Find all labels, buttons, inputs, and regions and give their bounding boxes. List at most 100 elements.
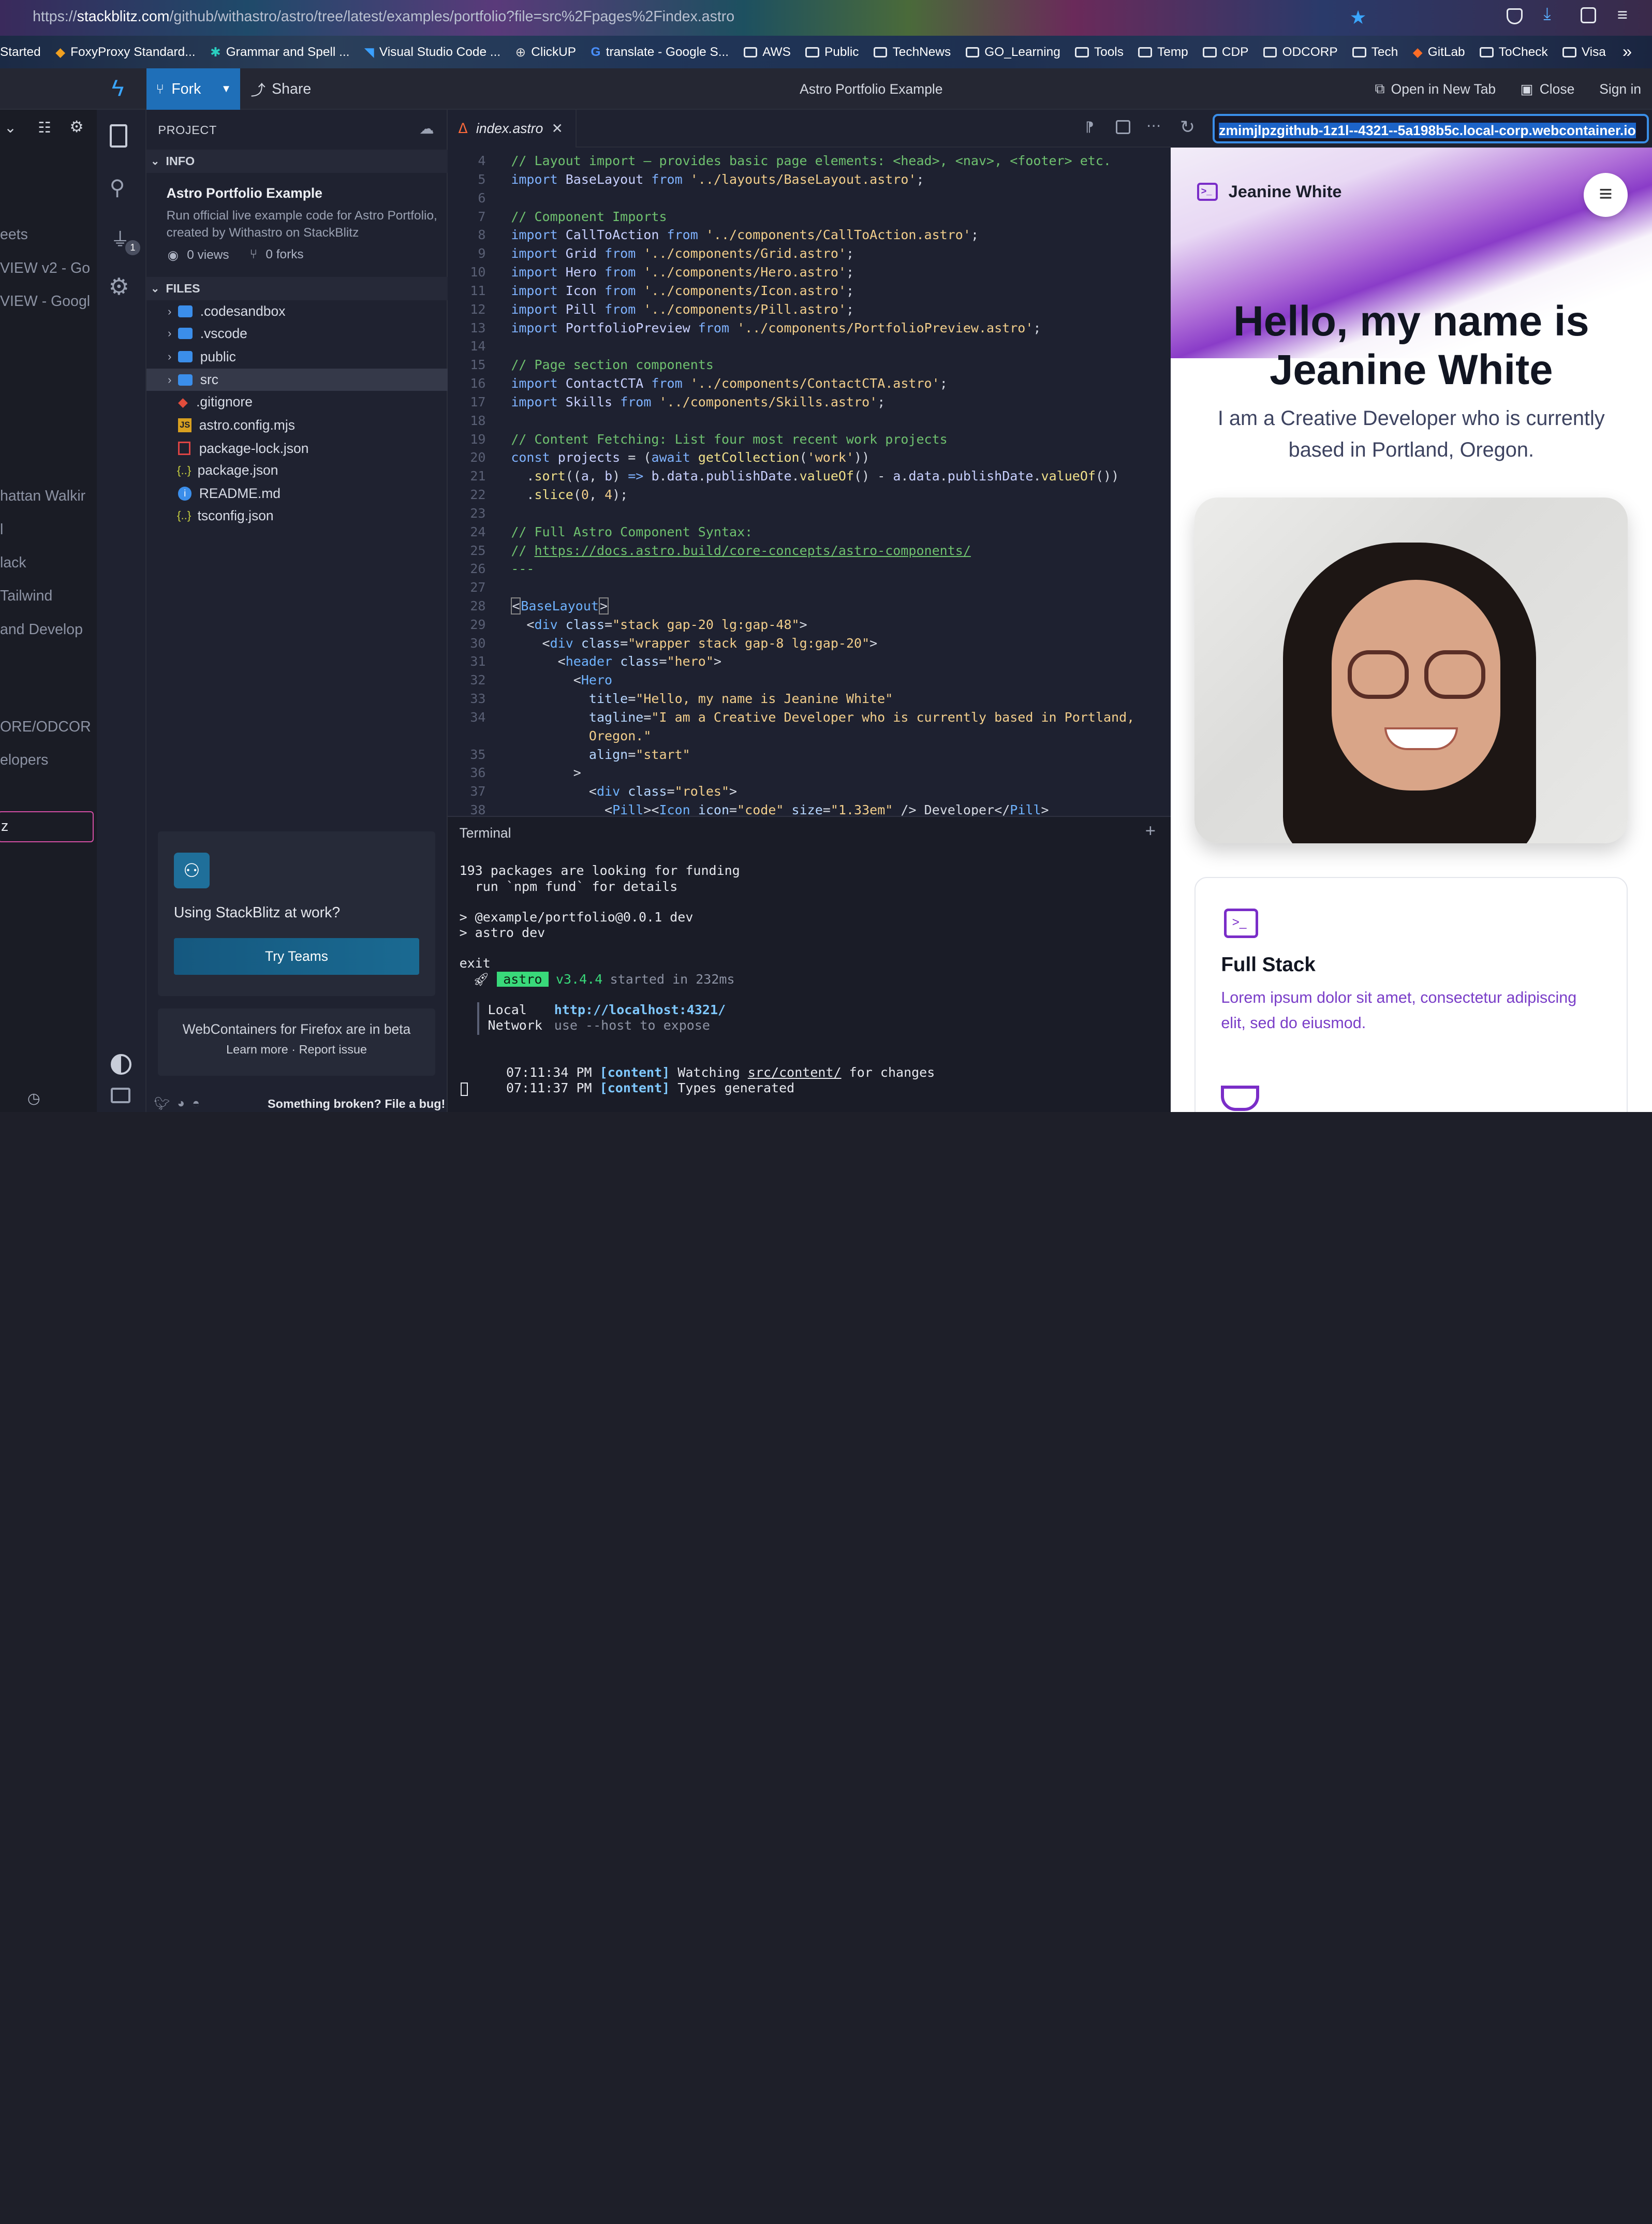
code-content[interactable]: 4 5 6 7 8 9 10 11 12 13 14 15 16 17 18 19 20 21 22 23 24 25 26…	[448, 152, 1170, 817]
settings-gear-icon[interactable]: ⚙	[109, 273, 129, 300]
file-tree-file[interactable]: ◆ .gitignore	[146, 391, 448, 413]
terminal-logo-icon: >_	[1197, 183, 1218, 201]
files-icon[interactable]	[109, 124, 128, 148]
preview-toggle-icon[interactable]: ⁋	[1085, 119, 1094, 135]
line-number: 16	[470, 376, 486, 391]
extensions-icon[interactable]	[1580, 7, 1597, 23]
left-item[interactable]: ORE/ODCOR	[0, 710, 91, 743]
bookmark-item[interactable]: ◆ GitLab	[1413, 45, 1465, 60]
clock-icon[interactable]: ◷	[27, 1090, 40, 1107]
github-icon[interactable]: ◕	[177, 1096, 185, 1111]
code-editor[interactable]: ᐃ index.astro ✕ ⁋ ⋯ 4 5 6 7 8 9 10 11 12 13 14 15 16…	[448, 109, 1171, 817]
stackblitz-logo-icon[interactable]: ϟ	[112, 75, 124, 101]
tab-close-icon[interactable]: ✕	[552, 121, 563, 137]
site-preview[interactable]: >_ Jeanine White ≡ Hello, my name is Jea…	[1170, 147, 1652, 1112]
refresh-icon[interactable]: ↻	[1180, 117, 1195, 138]
bookmark-item[interactable]: Gtranslate - Google S...	[591, 45, 729, 60]
line-number: 11	[470, 283, 486, 298]
bookmark-item[interactable]: CDP	[1203, 45, 1248, 60]
chevron-down-icon[interactable]: ⌄	[4, 119, 17, 137]
terminal-panel[interactable]: Terminal + 193 packages are looking for …	[448, 815, 1171, 1112]
bookmark-item[interactable]: Started	[0, 45, 41, 60]
editor-tab[interactable]: ᐃ index.astro ✕	[448, 109, 577, 148]
close-button[interactable]: ▣ Close	[1521, 68, 1575, 109]
files-section-header[interactable]: ⌄ FILES	[146, 277, 448, 301]
left-item-active[interactable]: z	[0, 811, 94, 842]
left-item[interactable]: l	[0, 513, 85, 546]
menu-icon[interactable]: ≡	[1617, 5, 1628, 25]
left-item[interactable]: elopers	[0, 743, 91, 777]
terminal-line: > astro dev	[459, 925, 545, 941]
list-icon[interactable]: ☷	[38, 119, 51, 137]
split-editor-icon[interactable]	[1115, 120, 1131, 134]
terminal-card-icon: >_	[1224, 908, 1258, 938]
file-tree-folder-selected[interactable]: › src	[146, 369, 448, 391]
folder-icon	[178, 374, 193, 386]
info-section-header[interactable]: ⌄ INFO	[146, 150, 448, 173]
file-tree-file[interactable]: {..} package.json	[146, 460, 448, 482]
bookmark-item[interactable]: Tools	[1075, 45, 1124, 60]
file-bug-link[interactable]: Something broken? File a bug!	[268, 1097, 445, 1111]
grammar-icon: ✱	[210, 45, 221, 60]
left-item[interactable]: VIEW - Googl	[0, 285, 90, 318]
url-text[interactable]: https://stackblitz.com/github/withastro/…	[33, 8, 734, 25]
cloud-download-icon[interactable]: ☁	[419, 120, 434, 138]
download-icon[interactable]: ⤓	[1543, 4, 1551, 24]
file-tree-folder[interactable]: › .codesandbox	[146, 300, 448, 323]
left-item[interactable]: and Develop	[0, 613, 85, 646]
more-icon[interactable]: ⋯	[1146, 117, 1161, 135]
gear-icon[interactable]: ⚙	[69, 118, 83, 136]
local-url-link[interactable]: http://localhost:4321/	[554, 1002, 726, 1017]
site-brand[interactable]: >_ Jeanine White	[1197, 182, 1342, 201]
left-item[interactable]: VIEW v2 - Go	[0, 252, 90, 285]
left-panel-list-3: ORE/ODCOR elopers	[0, 710, 91, 777]
bookmark-item[interactable]: AWS	[743, 45, 791, 60]
bookmark-item[interactable]: ✱ Grammar and Spell ...	[210, 45, 349, 60]
fork-button[interactable]: ⑂ Fork ▼	[146, 68, 241, 110]
bookmark-item[interactable]: ◆ FoxyProxy Standard...	[55, 45, 195, 60]
bookmark-item[interactable]: ODCORP	[1263, 45, 1338, 60]
theme-toggle-icon[interactable]	[110, 1054, 132, 1075]
bookmark-star-icon[interactable]: ★	[1350, 6, 1367, 28]
left-item[interactable]: eets	[0, 218, 90, 251]
skill-card: >_ Full Stack Lorem ipsum dolor sit amet…	[1194, 876, 1628, 1112]
report-issue-link[interactable]: Report issue	[299, 1043, 367, 1056]
bookmark-item[interactable]: Tech	[1352, 45, 1398, 60]
chevron-right-icon: ›	[167, 304, 172, 318]
try-teams-button[interactable]: Try Teams	[173, 938, 420, 975]
share-button[interactable]: ⤴ Share	[250, 68, 311, 109]
preview-url-input[interactable]: zmimjlpzgithub-1z1l--4321--5a198b5c.loca…	[1213, 113, 1649, 143]
left-item[interactable]: Tailwind	[0, 579, 85, 612]
discord-icon[interactable]: ◓	[192, 1096, 200, 1111]
bookmarks-overflow-icon[interactable]: »	[1623, 42, 1632, 61]
bookmark-item[interactable]: Public	[805, 45, 859, 60]
left-item[interactable]: lack	[0, 546, 85, 579]
twitter-icon[interactable]: 🐦︎	[154, 1096, 170, 1111]
bookmark-item[interactable]: TechNews	[873, 45, 951, 60]
sign-in-link[interactable]: Sign in	[1599, 81, 1641, 97]
bookmark-item[interactable]: ⊕ ClickUP	[515, 45, 576, 60]
open-new-tab-button[interactable]: ⧉ Open in New Tab	[1375, 68, 1496, 109]
line-number: 37	[470, 784, 486, 799]
browser-url-bar[interactable]: https://stackblitz.com/github/withastro/…	[0, 0, 1652, 36]
file-tree-file[interactable]: JS astro.config.mjs	[146, 414, 448, 436]
file-tree-file[interactable]: package-lock.json	[146, 437, 448, 460]
bookmark-item[interactable]: Temp	[1138, 45, 1188, 60]
file-tree-folder[interactable]: › public	[146, 346, 448, 368]
search-icon[interactable]: ⚲	[110, 175, 125, 200]
terminal-network-label: Network	[488, 1018, 542, 1033]
file-tree-folder[interactable]: › .vscode	[146, 323, 448, 345]
menu-toggle-button[interactable]: ≡	[1583, 172, 1628, 217]
learn-more-link[interactable]: Learn more	[226, 1043, 288, 1056]
bookmark-item[interactable]: Visa	[1562, 45, 1606, 60]
file-tree-file[interactable]: i README.md	[146, 482, 448, 505]
chevron-down-icon[interactable]: ▼	[221, 83, 231, 95]
bookmark-item[interactable]: ◥ Visual Studio Code ...	[364, 45, 500, 60]
add-terminal-icon[interactable]: +	[1145, 821, 1156, 841]
pocket-icon[interactable]	[1507, 8, 1523, 24]
bookmark-item[interactable]: ToCheck	[1480, 45, 1548, 60]
layout-icon[interactable]	[110, 1087, 131, 1104]
file-tree-file[interactable]: {..} tsconfig.json	[146, 505, 448, 527]
left-item[interactable]: hattan Walkir	[0, 479, 85, 513]
bookmark-item[interactable]: GO_Learning	[965, 45, 1060, 60]
